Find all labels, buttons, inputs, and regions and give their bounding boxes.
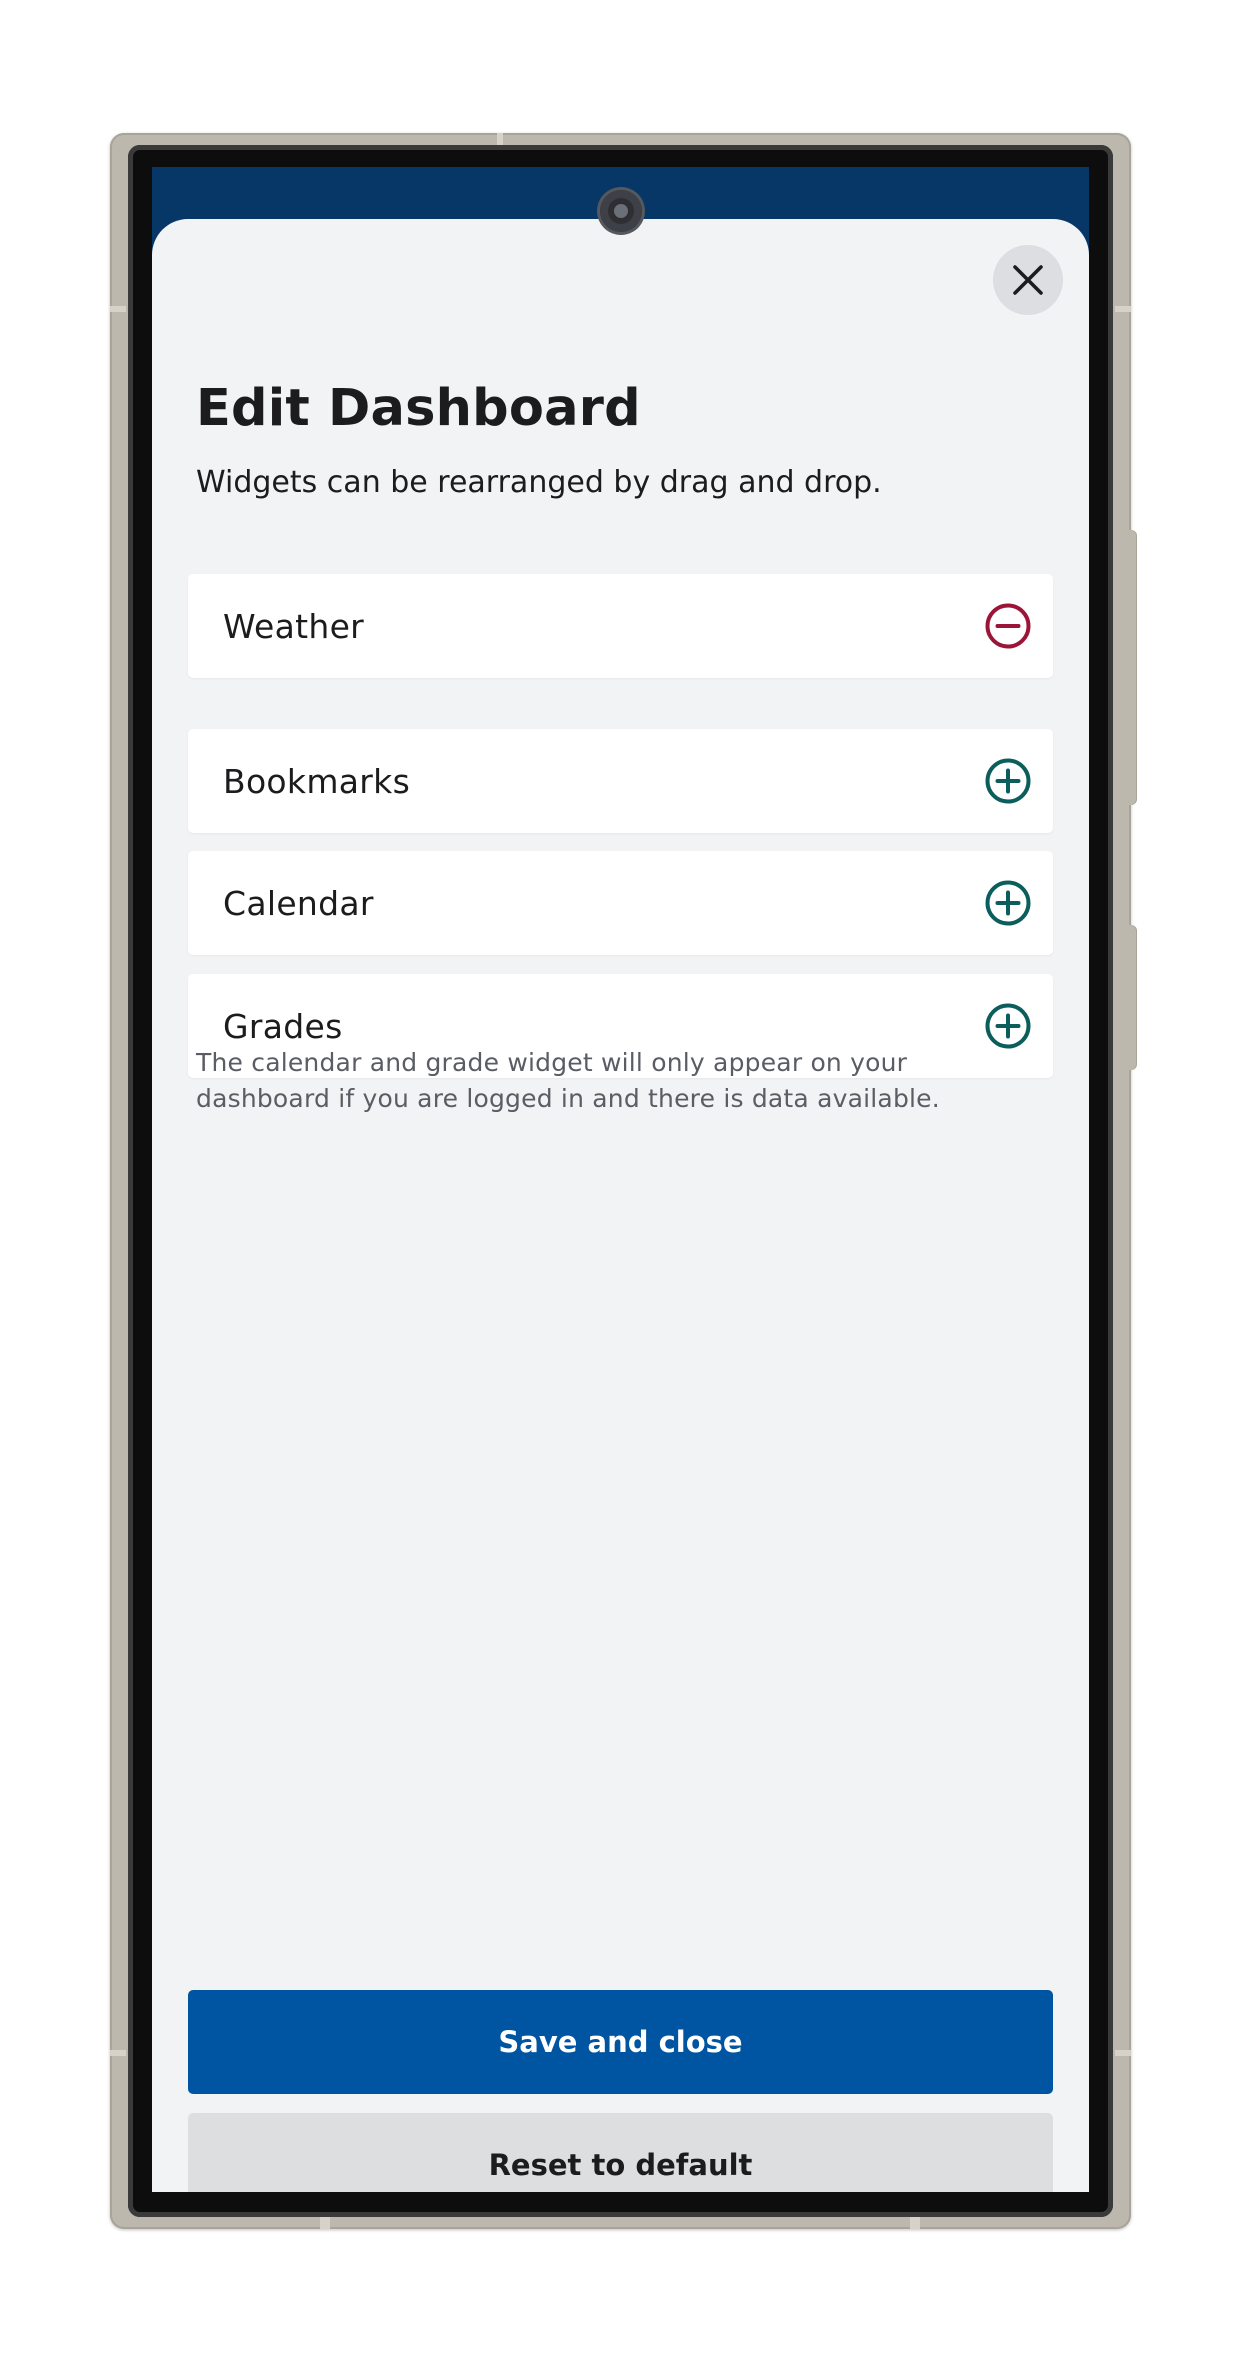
widget-label: Bookmarks: [223, 761, 411, 801]
widget-row-weather[interactable]: Weather: [188, 574, 1053, 678]
minus-circle-icon: [984, 602, 1032, 650]
edit-dashboard-sheet: Edit Dashboard Widgets can be rearranged…: [152, 219, 1089, 2192]
power-button: [1129, 925, 1137, 1070]
frame-antenna-line: [110, 2050, 126, 2056]
plus-circle-icon: [984, 1002, 1032, 1050]
volume-button: [1129, 530, 1137, 805]
frame-antenna-line: [110, 306, 126, 312]
frame-antenna-line: [1115, 306, 1131, 312]
plus-circle-icon: [984, 757, 1032, 805]
front-camera: [600, 190, 642, 232]
widget-label: Grades: [223, 1006, 343, 1046]
close-button[interactable]: [993, 245, 1063, 315]
save-and-close-button[interactable]: Save and close: [188, 1990, 1053, 2094]
add-widget-button[interactable]: [983, 1001, 1033, 1051]
widget-footnote: The calendar and grade widget will only …: [196, 1048, 940, 1113]
plus-circle-icon: [984, 879, 1032, 927]
remove-widget-button[interactable]: [983, 601, 1033, 651]
widget-row-bookmarks[interactable]: Bookmarks: [188, 729, 1053, 833]
widget-row-calendar[interactable]: Calendar: [188, 851, 1053, 955]
frame-antenna-line: [1115, 2050, 1131, 2056]
close-icon: [1011, 263, 1045, 297]
widget-label: Calendar: [223, 883, 374, 923]
page-subtitle: Widgets can be rearranged by drag and dr…: [196, 465, 882, 500]
reset-to-default-button[interactable]: Reset to default: [188, 2113, 1053, 2192]
widget-label: Weather: [223, 606, 365, 646]
page-title: Edit Dashboard: [196, 379, 641, 438]
phone-screen: Edit Dashboard Widgets can be rearranged…: [152, 167, 1089, 2192]
add-widget-button[interactable]: [983, 756, 1033, 806]
add-widget-button[interactable]: [983, 878, 1033, 928]
